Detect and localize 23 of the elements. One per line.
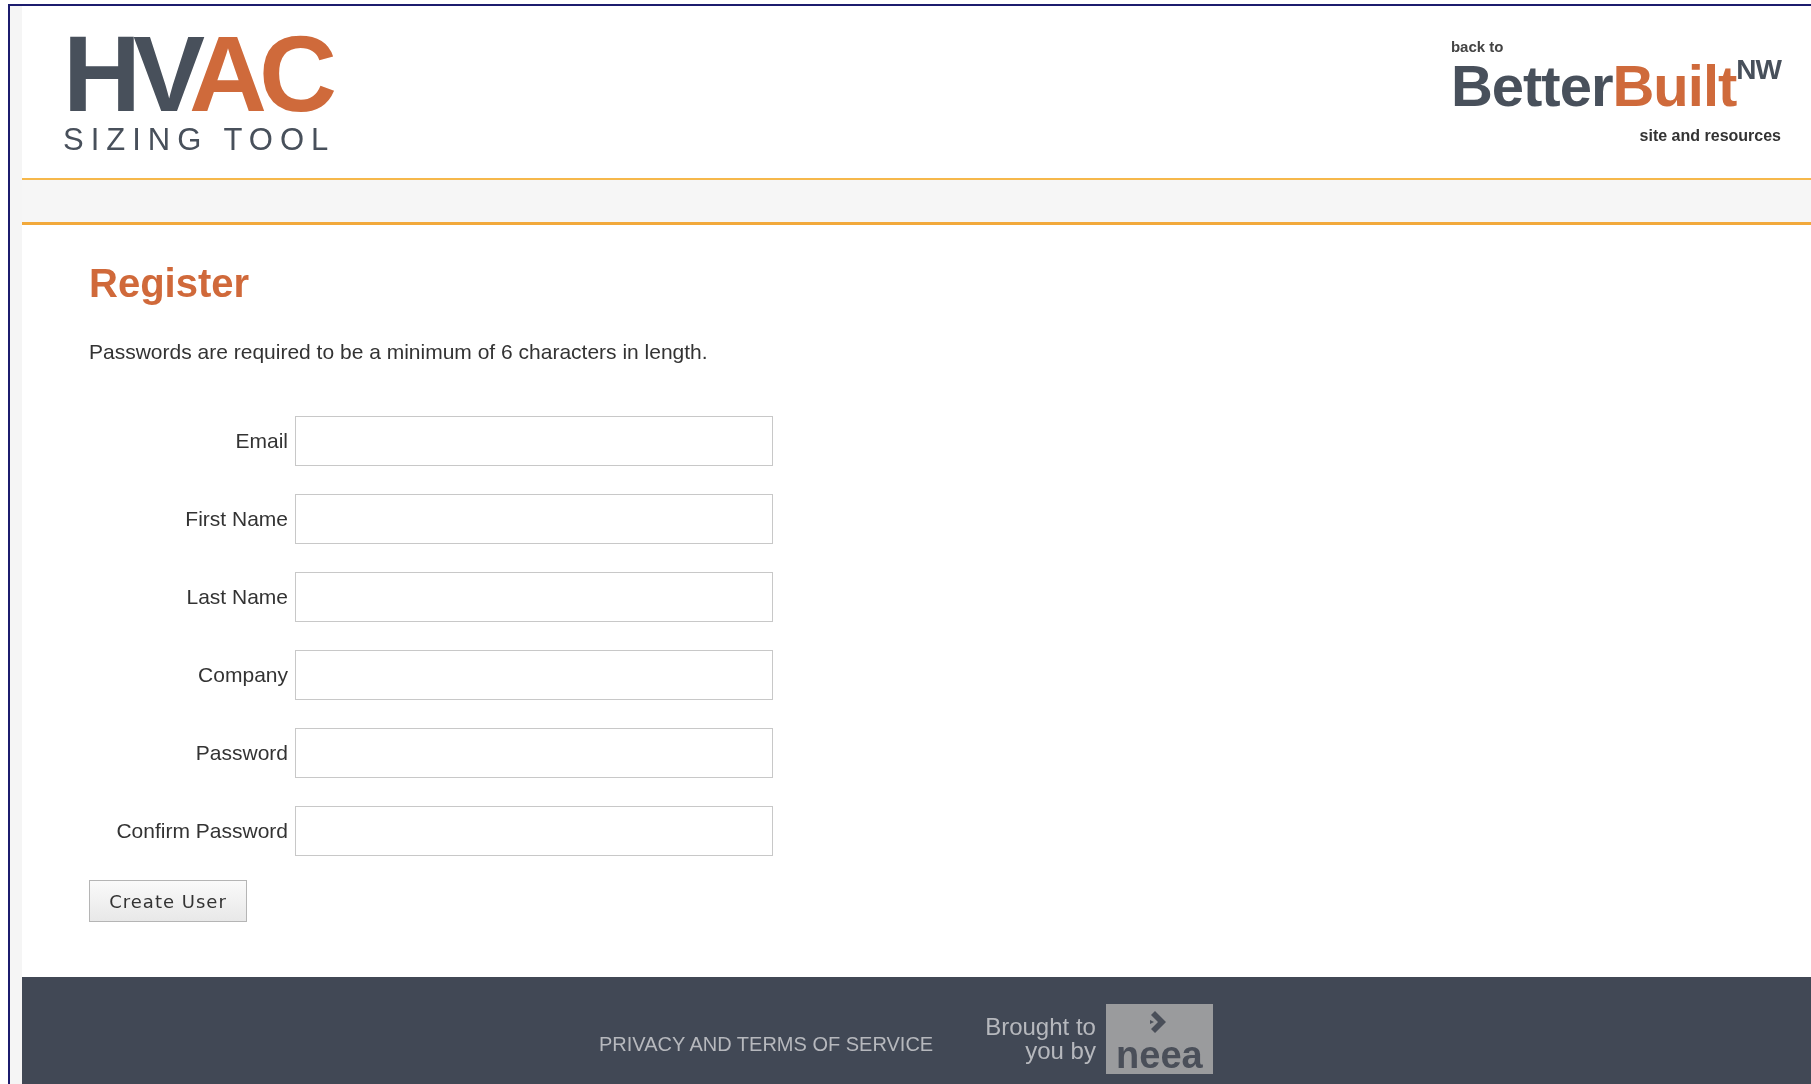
page-title: Register — [89, 261, 251, 306]
password-note: Passwords are required to be a minimum of 6 characters in length. — [89, 340, 709, 364]
text-field[interactable] — [295, 728, 773, 778]
back-link-caption: site and resources — [1639, 127, 1781, 145]
logo-subtitle: SIZING TOOL — [63, 122, 336, 158]
text-field[interactable] — [295, 806, 773, 856]
text-field[interactable] — [295, 416, 773, 466]
field-label: Email — [234, 429, 289, 453]
logo-wordmark: HVAC — [63, 34, 329, 116]
betterbuilt-logo-link[interactable]: BetterBuilt$^{NW}$ — [1450, 55, 1781, 117]
credit-text: Brought to you by — [985, 1015, 1096, 1063]
back-link-label: back to — [1450, 38, 1505, 55]
create-user-button[interactable]: Create User — [89, 880, 247, 922]
privacy-link[interactable]: PRIVACY AND TERMS OF SERVICE — [599, 1032, 934, 1056]
text-field[interactable] — [295, 494, 773, 544]
field-label: Password — [194, 741, 289, 765]
text-field[interactable] — [295, 650, 773, 700]
field-label: Company — [197, 663, 289, 687]
field-label: Confirm Password — [115, 819, 289, 843]
sponsor-name: neea — [1116, 1036, 1203, 1074]
text-field[interactable] — [295, 572, 773, 622]
field-label: First Name — [184, 507, 289, 531]
field-label: Last Name — [185, 585, 289, 609]
